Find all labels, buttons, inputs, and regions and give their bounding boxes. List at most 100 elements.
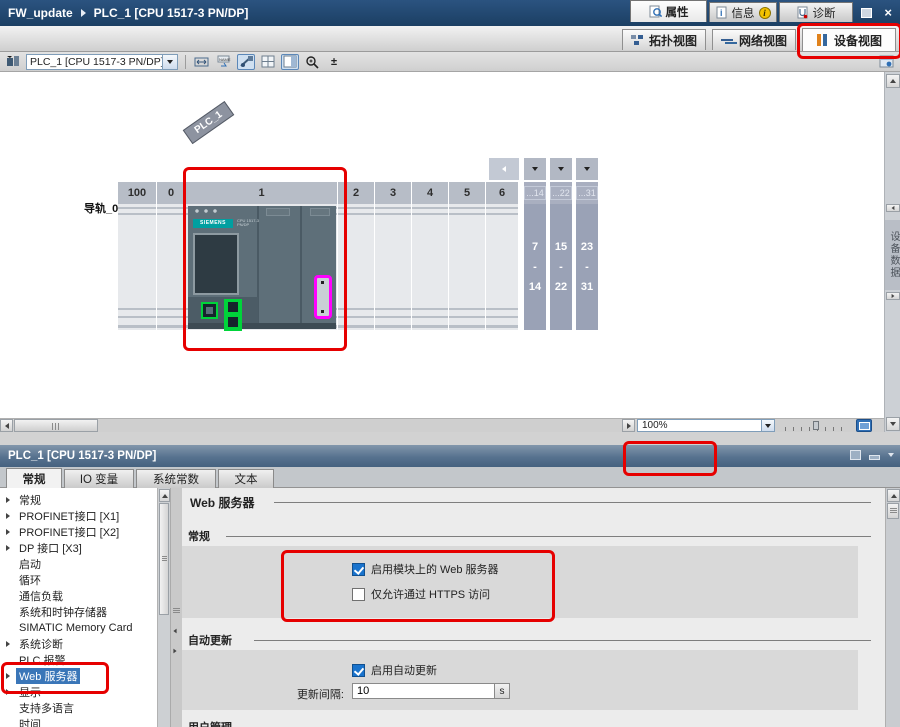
profinet-port-x2[interactable] xyxy=(224,299,242,331)
tree-item-12[interactable]: 显示 xyxy=(0,684,157,700)
tab-properties[interactable]: 属性 xyxy=(630,0,707,22)
view-tab-topology[interactable]: 拓扑视图 xyxy=(622,29,706,50)
device-tag[interactable]: PLC_1 xyxy=(183,101,235,144)
slot-3[interactable] xyxy=(375,204,412,330)
update-interval-input[interactable] xyxy=(353,684,494,698)
tree-scrollbar[interactable] xyxy=(157,488,170,727)
tree-item-3[interactable]: DP 接口 [X3] xyxy=(0,540,157,556)
slot-header-6[interactable]: 6 xyxy=(486,182,519,204)
tree-item-7[interactable]: 系统和时钟存储器 xyxy=(0,604,157,620)
scroll-up-icon[interactable] xyxy=(886,74,900,88)
enable-autoupdate-checkbox[interactable] xyxy=(352,664,365,677)
profinet-port-x1[interactable] xyxy=(201,302,218,319)
close-icon[interactable]: × xyxy=(884,8,892,18)
pane-splitter[interactable] xyxy=(170,488,182,727)
collapse-pane-icon[interactable] xyxy=(869,455,880,460)
slot-header-5[interactable]: 5 xyxy=(449,182,486,204)
tree-item-4[interactable]: 启动 xyxy=(0,556,157,572)
slot-header-0[interactable]: 0 xyxy=(157,182,186,204)
dp-port-x3[interactable] xyxy=(314,275,332,319)
tree-item-0[interactable]: 常规 xyxy=(0,492,157,508)
tree-item-9[interactable]: 系统诊断 xyxy=(0,636,157,652)
tree-item-8[interactable]: SIMATIC Memory Card xyxy=(0,620,157,636)
tab-info[interactable]: i 信息 i xyxy=(709,2,777,22)
change-device-icon[interactable] xyxy=(4,54,22,70)
tree-item-10[interactable]: PLC 报警 xyxy=(0,652,157,668)
slot-6[interactable] xyxy=(486,204,519,330)
slot-100[interactable] xyxy=(118,204,157,330)
tree-item-5[interactable]: 循环 xyxy=(0,572,157,588)
view-tab-network[interactable]: 网络视图 xyxy=(712,29,796,50)
zoom-icon[interactable] xyxy=(303,54,321,70)
tree-scroll-up-icon[interactable] xyxy=(159,489,170,502)
nav-tab-texts[interactable]: 文本 xyxy=(218,469,274,488)
tree-item-13[interactable]: 支持多语言 xyxy=(0,700,157,716)
device-data-side-tab[interactable]: 设备数据 xyxy=(885,220,900,290)
tab-diagnostics[interactable]: 诊断 xyxy=(779,2,853,22)
device-select-dropdown[interactable] xyxy=(162,55,177,69)
expand-slots-button[interactable] xyxy=(489,158,519,180)
slot-header-2[interactable]: 2 xyxy=(338,182,375,204)
split-pane-icon[interactable] xyxy=(281,54,299,70)
slot-header-3[interactable]: 3 xyxy=(375,182,412,204)
slot-header-100[interactable]: 100 xyxy=(118,182,157,204)
device-view-toolbar: PLC_1 [CPU 1517-3 PN/DP] NAME ± xyxy=(0,52,900,72)
scroll-right-icon[interactable] xyxy=(622,419,635,432)
content-scroll-thumb[interactable] xyxy=(887,503,899,519)
tree-item-2[interactable]: PROFINET接口 [X2] xyxy=(0,524,157,540)
slot-4[interactable] xyxy=(412,204,449,330)
pane-menu-icon[interactable] xyxy=(888,453,894,457)
content-scroll-up-icon[interactable] xyxy=(887,489,900,502)
overview-window-icon[interactable] xyxy=(878,54,896,70)
zoom-level-dropdown[interactable] xyxy=(761,420,774,431)
tree-item-14[interactable]: 时间 xyxy=(0,716,157,727)
tree-item-11[interactable]: Web 服务器 xyxy=(0,668,157,684)
collapsed-slot-range[interactable]: 23-31 xyxy=(576,204,598,330)
breadcrumb-project[interactable]: FW_update xyxy=(8,6,73,20)
cable-names-icon[interactable] xyxy=(237,54,255,70)
collapsed-slot-range[interactable]: 7-14 xyxy=(524,204,546,330)
slot-0[interactable] xyxy=(157,204,186,330)
pane-collapse-icon[interactable] xyxy=(886,204,900,212)
rename-icon[interactable]: NAME xyxy=(215,54,233,70)
update-interval-unit[interactable]: s xyxy=(494,684,509,698)
content-scrollbar[interactable] xyxy=(885,488,900,727)
splitter-left-icon[interactable] xyxy=(173,629,176,634)
splitter-grip-icon[interactable] xyxy=(173,608,180,614)
tree-item-1[interactable]: PROFINET接口 [X1] xyxy=(0,508,157,524)
fit-to-view-icon[interactable] xyxy=(856,419,872,432)
zoom-level-select[interactable]: 100% xyxy=(637,419,775,432)
pane-expand-icon[interactable] xyxy=(886,292,900,300)
zoom-slider-thumb[interactable] xyxy=(813,421,819,430)
hscroll-thumb[interactable] xyxy=(14,419,98,432)
slot-header-1[interactable]: 1 xyxy=(186,182,338,204)
enable-web-server-checkbox[interactable] xyxy=(352,563,365,576)
nav-tab-io-tags[interactable]: IO 变量 xyxy=(64,469,134,488)
cpu-module[interactable]: SIEMENS CPU 1517-3 PN/DP xyxy=(188,206,336,329)
nav-tab-general[interactable]: 常规 xyxy=(6,468,62,488)
float-pane-icon[interactable] xyxy=(850,450,861,460)
grid-view-icon[interactable] xyxy=(259,54,277,70)
expand-column-button[interactable] xyxy=(524,158,546,180)
measure-icon[interactable] xyxy=(193,54,211,70)
tree-item-6[interactable]: 通信负载 xyxy=(0,588,157,604)
https-only-checkbox[interactable] xyxy=(352,588,365,601)
breadcrumb-target[interactable]: PLC_1 [CPU 1517-3 PN/DP] xyxy=(94,6,249,20)
device-select[interactable]: PLC_1 [CPU 1517-3 PN/DP] xyxy=(26,54,178,70)
slot-2[interactable] xyxy=(338,204,375,330)
zoom-plusminus-icon[interactable]: ± xyxy=(325,54,343,70)
splitter-right-icon[interactable] xyxy=(173,649,176,654)
zoom-slider[interactable] xyxy=(785,421,847,431)
slot-header-4[interactable]: 4 xyxy=(412,182,449,204)
device-view-canvas[interactable]: PLC_1 导轨_0 1000123456 SIEMENS CPU 1517-3… xyxy=(0,72,884,418)
tree-scroll-thumb[interactable] xyxy=(159,503,169,615)
scroll-left-icon[interactable] xyxy=(0,419,13,432)
slot-5[interactable] xyxy=(449,204,486,330)
nav-tab-system-constants[interactable]: 系统常数 xyxy=(136,469,216,488)
maximize-icon[interactable] xyxy=(861,8,872,18)
scroll-down-icon[interactable] xyxy=(886,417,900,431)
expand-column-button[interactable] xyxy=(576,158,598,180)
collapsed-slot-range[interactable]: 15-22 xyxy=(550,204,572,330)
expand-column-button[interactable] xyxy=(550,158,572,180)
view-tab-device[interactable]: 设备视图 xyxy=(802,28,896,51)
